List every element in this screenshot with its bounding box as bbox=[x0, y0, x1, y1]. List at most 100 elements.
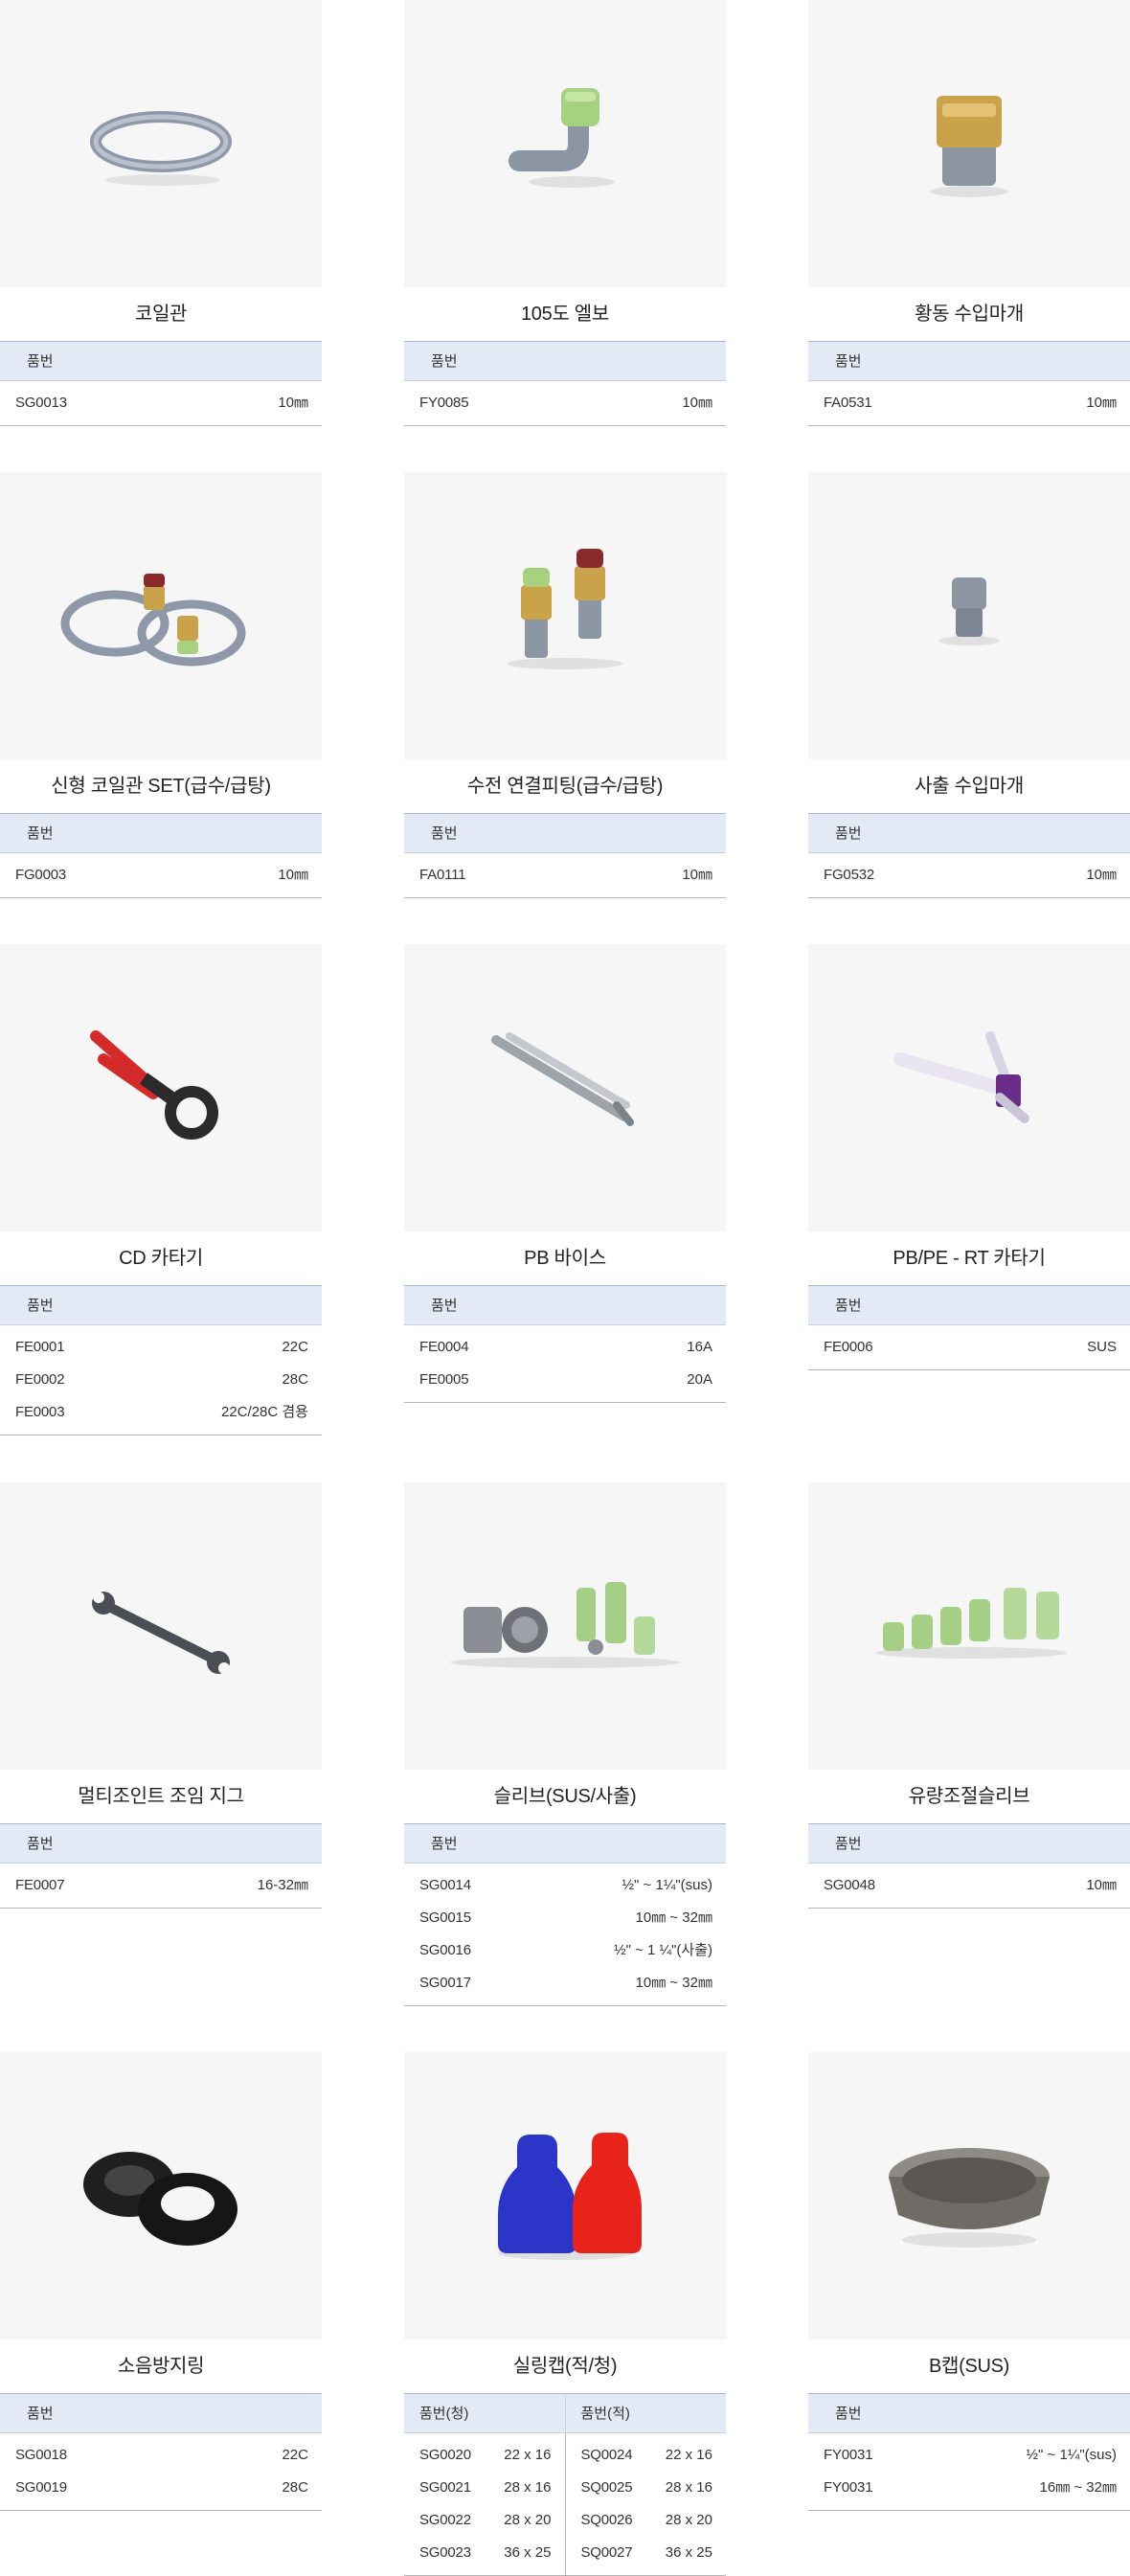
product-image[interactable] bbox=[404, 944, 726, 1232]
part-number: SG0023 bbox=[419, 2544, 471, 2561]
product-card-noise-ring[interactable]: 소음방지링 품번 SG0018 22C SG0019 28C bbox=[0, 2052, 322, 2511]
part-spec: 10㎜ bbox=[1086, 867, 1117, 883]
part-number: FE0002 bbox=[15, 1371, 65, 1388]
product-image[interactable] bbox=[404, 0, 726, 287]
product-card-105-elbow[interactable]: 105도 엘보 품번 FY0085 10㎜ bbox=[404, 0, 726, 426]
product-card-injection-plug[interactable]: 사출 수입마개 품번 FG0532 10㎜ bbox=[808, 472, 1130, 898]
wrench-icon bbox=[92, 1592, 230, 1674]
part-spec: 28 x 16 bbox=[504, 2479, 552, 2496]
product-image[interactable] bbox=[404, 1482, 726, 1770]
product-image[interactable] bbox=[0, 0, 322, 287]
part-spec: 10㎜ bbox=[682, 867, 712, 883]
part-number: SG0017 bbox=[419, 1975, 471, 1991]
part-number: SG0013 bbox=[15, 395, 67, 411]
spec-table: SG0048 10㎜ bbox=[808, 1864, 1130, 1909]
product-card-rt-cutter[interactable]: PB/PE - RT 카타기 품번 FE0006 SUS bbox=[808, 944, 1130, 1370]
product-image[interactable] bbox=[808, 1482, 1130, 1770]
header-red: 품번(적) bbox=[564, 2394, 727, 2432]
table-row: SG0022 28 x 20 bbox=[404, 2504, 565, 2537]
table-row: SG0048 10㎜ bbox=[808, 1869, 1130, 1902]
part-number: SG0018 bbox=[15, 2447, 67, 2463]
spec-table: FY0085 10㎜ bbox=[404, 381, 726, 426]
coil-set-icon bbox=[60, 574, 246, 667]
part-spec: 28 x 20 bbox=[665, 2512, 712, 2528]
table-row: FY0031 ½" ~ 1¼"(sus) bbox=[808, 2439, 1130, 2472]
table-row: SQ0024 22 x 16 bbox=[566, 2439, 727, 2472]
product-title: 105도 엘보 bbox=[520, 304, 610, 325]
part-number: FE0006 bbox=[824, 1339, 873, 1355]
part-spec: 10㎜ bbox=[278, 395, 308, 411]
product-card-sleeve[interactable]: 슬리브(SUS/사출) 품번 SG0014 ½" ~ 1¼"(sus) SG001… bbox=[404, 1482, 726, 2006]
vise-icon bbox=[491, 1032, 634, 1126]
part-number: FE0001 bbox=[15, 1339, 65, 1355]
table-row: SG0020 22 x 16 bbox=[404, 2439, 565, 2472]
part-spec: 22 x 16 bbox=[665, 2447, 712, 2463]
part-spec: 28C bbox=[282, 1371, 308, 1388]
product-title: 수전 연결피팅(급수/급탕) bbox=[466, 776, 664, 797]
product-card-brass-plug[interactable]: 황동 수입마개 품번 FA0531 10㎜ bbox=[808, 0, 1130, 426]
sleeve-icon bbox=[450, 1582, 680, 1668]
product-image[interactable] bbox=[808, 2052, 1130, 2339]
product-image[interactable] bbox=[0, 472, 322, 759]
b-cap-icon bbox=[889, 2148, 1050, 2248]
part-number: SQ0025 bbox=[580, 2479, 633, 2496]
part-spec: 10㎜ bbox=[682, 395, 712, 411]
table-row: FE0007 16-32㎜ bbox=[0, 1869, 322, 1902]
part-spec: 10㎜ bbox=[1086, 1877, 1117, 1893]
part-number: FG0003 bbox=[15, 867, 66, 883]
table-row: SG0021 28 x 16 bbox=[404, 2472, 565, 2504]
part-number: SG0048 bbox=[824, 1877, 875, 1893]
product-image[interactable] bbox=[0, 944, 322, 1232]
spec-table: FE0007 16-32㎜ bbox=[0, 1864, 322, 1909]
part-spec: 36 x 25 bbox=[504, 2544, 552, 2561]
table-row: FE0001 22C bbox=[0, 1331, 322, 1364]
product-card-flow-sleeve[interactable]: 유량조절슬리브 품번 SG0048 10㎜ bbox=[808, 1482, 1130, 1909]
table-header: 품번 bbox=[404, 813, 726, 853]
product-card-b-cap[interactable]: B캡(SUS) 품번 FY0031 ½" ~ 1¼"(sus) FY0031 16㎜… bbox=[808, 2052, 1130, 2511]
product-card-cd-cutter[interactable]: CD 카타기 품번 FE0001 22C FE0002 28C FE0003 22C/… bbox=[0, 944, 322, 1435]
product-card-pb-vise[interactable]: PB 바이스 품번 FE0004 16A FE0005 20A bbox=[404, 944, 726, 1403]
table-header: 품번 bbox=[808, 341, 1130, 381]
brass-plug-icon bbox=[931, 96, 1007, 197]
table-row: FG0532 10㎜ bbox=[808, 859, 1130, 892]
product-image[interactable] bbox=[0, 2052, 322, 2339]
product-image[interactable] bbox=[808, 944, 1130, 1232]
part-spec: 16㎜ ~ 32㎜ bbox=[1039, 2479, 1117, 2496]
table-row: FE0006 SUS bbox=[808, 1331, 1130, 1364]
elbow-icon bbox=[508, 88, 615, 188]
product-image[interactable] bbox=[404, 2052, 726, 2339]
product-image[interactable] bbox=[808, 0, 1130, 287]
table-row: SG0014 ½" ~ 1¼"(sus) bbox=[404, 1869, 726, 1902]
table-row: FY0031 16㎜ ~ 32㎜ bbox=[808, 2472, 1130, 2504]
product-image[interactable] bbox=[0, 1482, 322, 1770]
part-number: FA0111 bbox=[419, 867, 466, 883]
product-card-coil-pipe[interactable]: 코일관 품번 SG0013 10㎜ bbox=[0, 0, 322, 426]
part-spec: 22 x 16 bbox=[504, 2447, 552, 2463]
table-row: FE0004 16A bbox=[404, 1331, 726, 1364]
part-number: FY0031 bbox=[824, 2447, 873, 2463]
table-header: 품번(청) 품번(적) bbox=[404, 2393, 726, 2433]
product-title: 황동 수입마개 bbox=[915, 304, 1024, 325]
part-spec: 20A bbox=[687, 1371, 712, 1388]
product-card-coil-set[interactable]: 신형 코일관 SET(급수/급탕) 품번 FG0003 10㎜ bbox=[0, 472, 322, 898]
product-card-sealing-cap[interactable]: 실링캡(적/청) 품번(청) 품번(적) SG0020 22 x 16 SG002… bbox=[404, 2052, 726, 2576]
table-row: SG0015 10㎜ ~ 32㎜ bbox=[404, 1902, 726, 1934]
part-number: FE0003 bbox=[15, 1404, 65, 1420]
product-title: CD 카타기 bbox=[119, 1248, 203, 1269]
product-card-multi-joint-jig[interactable]: 멀티조인트 조임 지그 품번 FE0007 16-32㎜ bbox=[0, 1482, 322, 1909]
table-row: FE0002 28C bbox=[0, 1364, 322, 1396]
spec-table: FE0006 SUS bbox=[808, 1325, 1130, 1370]
table-row: SG0016 ½" ~ 1 ¼"(사출) bbox=[404, 1934, 726, 1967]
part-number: FG0532 bbox=[824, 867, 874, 883]
product-image[interactable] bbox=[404, 472, 726, 759]
table-header: 품번 bbox=[404, 341, 726, 381]
table-row: FG0003 10㎜ bbox=[0, 859, 322, 892]
part-spec: 10㎜ bbox=[1086, 395, 1117, 411]
product-image[interactable] bbox=[808, 472, 1130, 759]
part-number: FY0031 bbox=[824, 2479, 873, 2496]
product-card-faucet-fitting[interactable]: 수전 연결피팅(급수/급탕) 품번 FA0111 10㎜ bbox=[404, 472, 726, 898]
part-number: SG0022 bbox=[419, 2512, 471, 2528]
flow-sleeve-icon bbox=[875, 1588, 1067, 1659]
part-spec: 28 x 16 bbox=[665, 2479, 712, 2496]
product-title: 소음방지링 bbox=[117, 2356, 205, 2377]
